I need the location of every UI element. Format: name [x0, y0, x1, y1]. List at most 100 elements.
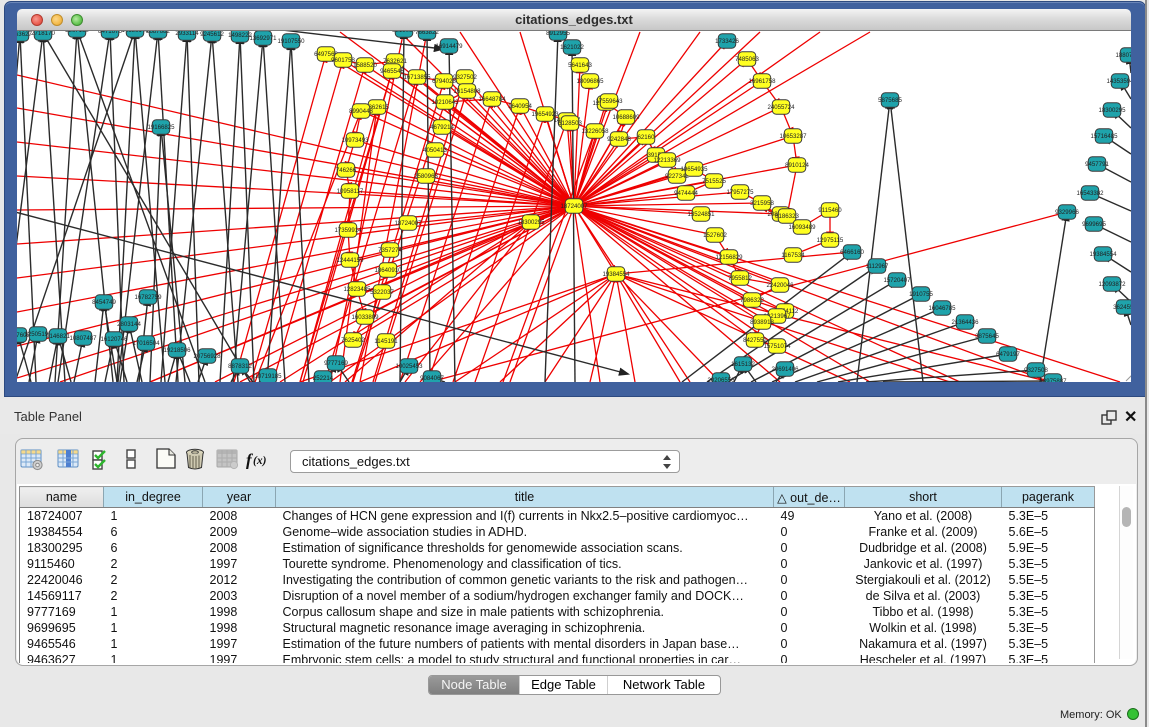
svg-text:12975115: 12975115: [817, 237, 844, 244]
svg-text:7357274: 7357274: [378, 247, 402, 254]
svg-text:21364436: 21364436: [951, 319, 979, 326]
svg-text:16914479: 16914479: [435, 43, 463, 50]
svg-text:16648784: 16648784: [478, 96, 506, 103]
svg-text:8471676: 8471676: [98, 31, 122, 35]
svg-text:8813054: 8813054: [392, 31, 416, 34]
svg-text:2803144: 2803144: [117, 321, 141, 328]
svg-text:8878312: 8878312: [228, 363, 252, 370]
svg-text:16046785: 16046785: [928, 305, 956, 312]
svg-text:7625402: 7625402: [341, 337, 365, 344]
svg-text:4679214: 4679214: [430, 124, 454, 131]
svg-text:9601758: 9601758: [331, 57, 355, 64]
svg-text:9327508: 9327508: [1024, 367, 1048, 374]
svg-text:2933114: 2933114: [175, 31, 199, 37]
svg-text:8910124: 8910124: [785, 162, 809, 169]
svg-text:17559643: 17559643: [595, 98, 623, 105]
svg-text:12823485: 12823485: [343, 286, 371, 293]
svg-text:15716485: 15716485: [1090, 133, 1118, 140]
svg-text:18724007: 18724007: [394, 220, 422, 227]
svg-text:7663822: 7663822: [415, 31, 439, 36]
svg-text:13975887: 13975887: [1039, 378, 1067, 382]
svg-text:9329966: 9329966: [1055, 209, 1079, 216]
svg-text:(x): (x): [253, 455, 267, 467]
svg-text:15751074: 15751074: [763, 343, 791, 350]
svg-text:18300295: 18300295: [517, 219, 545, 226]
svg-text:15720407: 15720407: [883, 277, 911, 284]
svg-text:24055724: 24055724: [767, 104, 795, 111]
svg-text:9777169: 9777169: [324, 360, 348, 367]
svg-text:13524851: 13524851: [687, 211, 715, 218]
svg-text:5322037: 5322037: [370, 289, 394, 296]
svg-text:19384554: 19384554: [1089, 251, 1117, 258]
svg-text:10958117: 10958117: [337, 188, 364, 195]
svg-text:746266: 746266: [336, 167, 357, 174]
svg-text:8454749: 8454749: [92, 299, 116, 306]
svg-text:17016504: 17016504: [132, 340, 160, 347]
svg-text:10210643: 10210643: [431, 99, 459, 106]
svg-text:9699695: 9699695: [1082, 221, 1106, 228]
svg-text:16154808: 16154808: [453, 88, 481, 95]
svg-text:12156829: 12156829: [715, 254, 743, 261]
svg-text:8990448: 8990448: [349, 108, 373, 115]
svg-text:13692971: 13692971: [249, 35, 277, 42]
svg-text:18640910: 18640910: [374, 267, 402, 274]
svg-text:6128503: 6128503: [558, 120, 582, 127]
svg-text:3215958: 3215958: [750, 200, 774, 207]
svg-text:10025453: 10025453: [395, 363, 423, 370]
svg-text:9474444: 9474444: [674, 190, 698, 197]
svg-text:1167534: 1167534: [781, 252, 805, 259]
svg-text:16961758: 16961758: [748, 78, 776, 85]
svg-text:6466160: 6466160: [840, 249, 864, 256]
svg-text:2687682: 2687682: [146, 31, 170, 35]
svg-text:5641643: 5641643: [568, 62, 592, 69]
svg-text:1527602: 1527602: [703, 232, 727, 239]
svg-text:5875685: 5875685: [878, 97, 902, 104]
svg-text:3624554: 3624554: [1113, 304, 1131, 311]
svg-text:20691406: 20691406: [771, 366, 799, 373]
svg-text:12213369: 12213369: [653, 157, 681, 164]
svg-text:8938918: 8938918: [750, 319, 774, 326]
svg-text:16782759: 16782759: [134, 294, 162, 301]
svg-text:12444159: 12444159: [336, 257, 364, 264]
svg-text:1733426: 1733426: [715, 38, 739, 45]
svg-text:17359914: 17359914: [334, 227, 362, 234]
svg-text:8186323: 8186323: [775, 213, 799, 220]
svg-text:1112967: 1112967: [866, 263, 889, 270]
svg-text:2718170: 2718170: [31, 31, 55, 37]
svg-text:10688609: 10688609: [612, 114, 640, 121]
svg-text:3267130: 3267130: [65, 31, 89, 34]
svg-text:9465546: 9465546: [380, 68, 404, 75]
svg-text:9242848: 9242848: [607, 136, 631, 143]
svg-text:19654935: 19654935: [680, 166, 708, 173]
svg-text:22420046: 22420046: [766, 282, 794, 289]
svg-text:16093489: 16093489: [788, 224, 816, 231]
svg-text:10653287: 10653287: [779, 133, 807, 140]
svg-text:16033809: 16033809: [351, 314, 379, 321]
svg-text:19166825: 19166825: [147, 124, 175, 131]
svg-text:14136141: 14136141: [121, 31, 149, 34]
svg-text:7986322: 7986322: [740, 297, 764, 304]
svg-text:252214: 252214: [313, 375, 334, 382]
svg-text:9245612: 9245612: [200, 31, 224, 38]
svg-text:4050413: 4050413: [423, 147, 447, 154]
svg-text:18807249: 18807249: [1115, 52, 1131, 59]
svg-text:1588520: 1588520: [353, 62, 377, 69]
svg-text:19218506: 19218506: [163, 347, 191, 354]
svg-text:9146821: 9146821: [46, 333, 70, 340]
svg-text:1910755: 1910755: [909, 291, 933, 298]
svg-text:17957275: 17957275: [726, 189, 754, 196]
svg-text:19107550: 19107550: [277, 38, 305, 45]
svg-text:18096865: 18096865: [576, 78, 604, 85]
svg-text:1145191: 1145191: [374, 338, 398, 345]
svg-text:16543382: 16543382: [1076, 190, 1104, 197]
svg-text:10807487: 10807487: [69, 335, 97, 342]
svg-text:1615132: 1615132: [731, 361, 755, 368]
svg-text:62160: 62160: [638, 134, 656, 141]
svg-text:6479197: 6479197: [996, 351, 1020, 358]
svg-text:3875645: 3875645: [975, 333, 999, 340]
svg-text:9327502: 9327502: [453, 74, 477, 81]
svg-text:19384554: 19384554: [602, 271, 630, 278]
svg-text:20206556: 20206556: [707, 377, 735, 382]
svg-text:7515525: 7515525: [702, 178, 726, 185]
svg-text:2580963: 2580963: [414, 173, 438, 180]
